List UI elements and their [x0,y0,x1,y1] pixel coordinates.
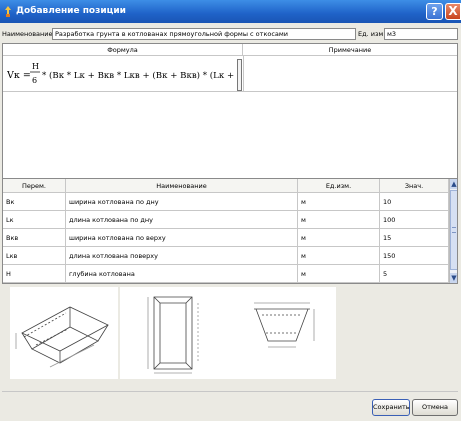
scroll-thumb[interactable] [450,190,457,270]
cell-unit: м [298,247,380,265]
cell-value[interactable]: 10 [380,193,449,211]
formula-editor[interactable]: Vк = H 6 * (Bк * Lк + Bкв * Lкв + (Bк + … [7,58,235,90]
pit-plan-sketch-icon [147,296,199,374]
formula-denominator: 6 [32,76,37,85]
formula-divider [243,56,244,91]
note-header: Примечание [243,44,457,56]
table-header: Перем. Наименование Ед.изм. Знач. [3,179,449,193]
sketch-3d [10,287,118,379]
grip-icon [452,227,456,233]
formula-scroll-handle[interactable] [237,59,242,91]
cell-value[interactable]: 15 [380,229,449,247]
table-row[interactable]: Lк длина котлована по дну м 100 [3,211,449,229]
cell-value[interactable]: 100 [380,211,449,229]
cell-name: глубина котлована [66,265,298,283]
app-icon [5,6,11,17]
cell-name: ширина котлована по верху [66,229,298,247]
formula-rhs: * (Bк * Lк + Bкв * Lкв + (Bк + Bкв) * (L… [42,70,235,81]
cell-name: длина котлована поверху [66,247,298,265]
cell-unit: м [298,229,380,247]
dialog-body: Наименование: Разработка грунта в котлов… [0,23,461,421]
cell-unit: м [298,193,380,211]
cell-unit: м [298,211,380,229]
cell-value[interactable]: 150 [380,247,449,265]
help-button[interactable]: ? [426,3,443,20]
footer-divider [2,391,458,392]
formula-lhs: Vк = [7,70,31,81]
cell-var: Lкв [3,247,66,265]
formula-panel: Формула Примечание Vк = H 6 * (Bк * Lк +… [2,43,458,195]
sketch-section [228,287,336,379]
sketch-plan [120,287,228,379]
cell-value[interactable]: 5 [380,265,449,283]
formula-numerator: H [32,62,39,71]
formula-header: Формула [3,44,243,56]
table-row[interactable]: Lкв длина котлована поверху м 150 [3,247,449,265]
column-header-unit[interactable]: Ед.изм. [298,179,380,193]
pit-section-sketch-icon [254,302,315,348]
cell-name: ширина котлована по дну [66,193,298,211]
save-button[interactable]: Сохранить [372,399,410,416]
cell-var: Bк [3,193,66,211]
cell-var: H [3,265,66,283]
formula-separator [3,91,457,92]
cell-var: Bкв [3,229,66,247]
cancel-button[interactable]: Отмена [412,399,458,416]
name-input[interactable]: Разработка грунта в котлованах прямоугол… [52,28,356,40]
column-header-value[interactable]: Знач. [380,179,449,193]
cell-name: длина котлована по дну [66,211,298,229]
pit-3d-sketch-icon [15,306,109,368]
parameters-table: Перем. Наименование Ед.изм. Знач. Bк шир… [2,178,458,284]
close-button[interactable]: X [445,3,461,20]
table-row[interactable]: Bк ширина котлована по дну м 10 [3,193,449,211]
name-label: Наименование: [2,30,55,38]
sketch-panel [2,287,458,389]
scroll-up-icon[interactable]: ▲ [450,179,457,189]
scroll-down-icon[interactable]: ▼ [450,273,457,283]
cell-var: Lк [3,211,66,229]
cell-unit: м [298,265,380,283]
table-scrollbar[interactable]: ▲ ▼ [449,179,457,283]
table-row[interactable]: H глубина котлована м 5 [3,265,449,283]
window-title: Добавление позиции [16,6,126,16]
column-header-name[interactable]: Наименование [66,179,298,193]
title-bar: Добавление позиции ? X [0,0,461,23]
column-header-var[interactable]: Перем. [3,179,66,193]
table-row[interactable]: Bкв ширина котлована по верху м 15 [3,229,449,247]
unit-label: Ед. изм. [358,30,386,38]
unit-input[interactable]: м3 [384,28,458,40]
